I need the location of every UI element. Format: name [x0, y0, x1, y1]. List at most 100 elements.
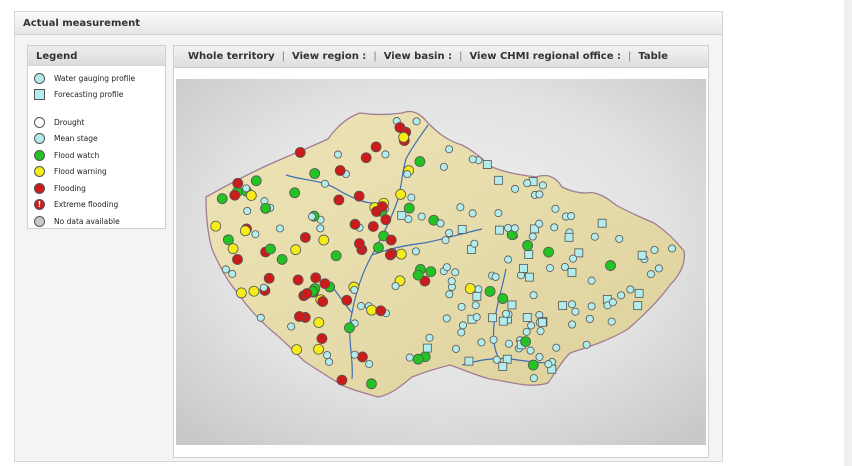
water-gauging-marker[interactable] — [491, 272, 500, 281]
flooding-marker[interactable] — [232, 177, 244, 189]
water-gauging-marker[interactable] — [456, 203, 465, 212]
forecasting-profile-marker[interactable] — [464, 356, 474, 366]
flood-warning-marker[interactable] — [210, 220, 222, 232]
forecasting-profile-marker[interactable] — [524, 250, 534, 259]
forecasting-profile-marker[interactable] — [537, 317, 547, 327]
flood-warning-marker[interactable] — [239, 225, 251, 237]
tab-view-basin[interactable]: View basin : — [384, 51, 452, 62]
water-gauging-marker[interactable] — [494, 209, 503, 218]
water-gauging-marker[interactable] — [474, 285, 483, 294]
flooding-marker[interactable] — [353, 190, 365, 202]
water-gauging-marker[interactable] — [538, 181, 547, 190]
flooding-marker[interactable] — [294, 311, 305, 322]
flooding-marker[interactable] — [341, 294, 353, 306]
water-gauging-marker[interactable] — [441, 236, 450, 245]
map-canvas[interactable] — [176, 79, 706, 445]
water-gauging-marker[interactable] — [527, 321, 536, 330]
flood-warning-marker[interactable] — [313, 317, 325, 328]
water-gauging-marker[interactable] — [544, 360, 553, 369]
forecasting-profile-marker[interactable] — [498, 316, 508, 326]
water-gauging-marker[interactable] — [668, 244, 677, 253]
water-gauging-marker[interactable] — [243, 206, 252, 215]
water-gauging-marker[interactable] — [436, 219, 445, 228]
flood-watch-marker[interactable] — [222, 234, 234, 246]
water-gauging-marker[interactable] — [626, 285, 635, 294]
flood-watch-marker[interactable] — [250, 175, 262, 187]
forecasting-profile-marker[interactable] — [457, 224, 467, 234]
flooding-marker[interactable] — [367, 221, 379, 232]
water-gauging-marker[interactable] — [251, 230, 260, 239]
forecasting-profile-marker[interactable] — [574, 248, 584, 258]
forecasting-profile-marker[interactable] — [525, 272, 534, 282]
flooding-marker[interactable] — [316, 333, 328, 344]
water-gauging-marker[interactable] — [228, 269, 237, 278]
water-gauging-marker[interactable] — [451, 344, 460, 353]
flooding-marker[interactable] — [319, 278, 331, 289]
flooding-marker[interactable] — [360, 152, 372, 164]
flood-watch-marker[interactable] — [520, 336, 531, 347]
flooding-marker[interactable] — [310, 272, 322, 284]
flood-warning-marker[interactable] — [398, 131, 410, 143]
water-gauging-marker[interactable] — [654, 264, 663, 273]
tab-view-region[interactable]: View region : — [292, 51, 366, 62]
flood-watch-marker[interactable] — [484, 285, 496, 297]
flood-warning-marker[interactable] — [395, 189, 407, 200]
forecasting-profile-marker[interactable] — [558, 301, 568, 311]
forecasting-profile-marker[interactable] — [507, 300, 517, 310]
flood-watch-marker[interactable] — [522, 240, 534, 251]
water-gauging-marker[interactable] — [504, 339, 513, 348]
page-scrollbar[interactable] — [844, 0, 852, 466]
water-gauging-marker[interactable] — [477, 338, 486, 347]
water-gauging-marker[interactable] — [535, 219, 544, 228]
flood-watch-marker[interactable] — [276, 253, 288, 265]
flood-warning-marker[interactable] — [318, 234, 330, 246]
flooding-marker[interactable] — [263, 272, 275, 284]
water-gauging-marker[interactable] — [550, 223, 559, 232]
water-gauging-marker[interactable] — [381, 150, 390, 159]
water-gauging-marker[interactable] — [646, 270, 655, 279]
water-gauging-marker[interactable] — [526, 346, 535, 355]
water-gauging-marker[interactable] — [535, 352, 544, 361]
flooding-marker[interactable] — [232, 254, 243, 265]
flood-warning-marker[interactable] — [464, 283, 476, 294]
flood-watch-marker[interactable] — [414, 156, 426, 167]
water-gauging-marker[interactable] — [471, 301, 480, 310]
water-gauging-marker[interactable] — [320, 179, 329, 188]
flooding-marker[interactable] — [334, 165, 346, 176]
flooding-marker[interactable] — [354, 238, 365, 249]
water-gauging-marker[interactable] — [510, 224, 519, 233]
forecasting-profile-marker[interactable] — [482, 160, 492, 169]
flooding-marker[interactable] — [301, 288, 313, 299]
flooding-marker[interactable] — [294, 147, 306, 158]
forecasting-profile-marker[interactable] — [637, 250, 647, 260]
water-gauging-marker[interactable] — [412, 117, 421, 126]
water-gauging-marker[interactable] — [617, 291, 626, 300]
water-gauging-marker[interactable] — [472, 313, 481, 322]
flood-watch-marker[interactable] — [497, 293, 509, 304]
water-gauging-marker[interactable] — [350, 350, 359, 359]
water-gauging-marker[interactable] — [256, 313, 265, 322]
water-gauging-marker[interactable] — [259, 283, 268, 292]
water-gauging-marker[interactable] — [568, 320, 577, 329]
water-gauging-marker[interactable] — [587, 302, 596, 311]
water-gauging-marker[interactable] — [522, 327, 531, 336]
forecasting-profile-marker[interactable] — [472, 291, 482, 301]
flood-warning-marker[interactable] — [248, 285, 260, 297]
water-gauging-marker[interactable] — [470, 239, 479, 248]
water-gauging-marker[interactable] — [357, 302, 366, 311]
flooding-marker[interactable] — [336, 374, 348, 386]
flood-watch-marker[interactable] — [425, 266, 437, 278]
flooding-marker[interactable] — [370, 141, 382, 153]
water-gauging-marker[interactable] — [287, 322, 296, 331]
flood-watch-marker[interactable] — [527, 359, 539, 371]
water-gauging-marker[interactable] — [569, 254, 578, 263]
forecasting-profile-marker[interactable] — [494, 225, 504, 235]
flood-watch-marker[interactable] — [265, 243, 276, 255]
flooding-marker[interactable] — [317, 296, 329, 307]
water-gauging-marker[interactable] — [445, 229, 454, 238]
flood-warning-marker[interactable] — [227, 243, 239, 255]
forecasting-profile-marker[interactable] — [522, 312, 532, 322]
flooding-marker[interactable] — [299, 232, 311, 243]
water-gauging-marker[interactable] — [650, 245, 659, 254]
tab-table[interactable]: Table — [638, 51, 668, 62]
